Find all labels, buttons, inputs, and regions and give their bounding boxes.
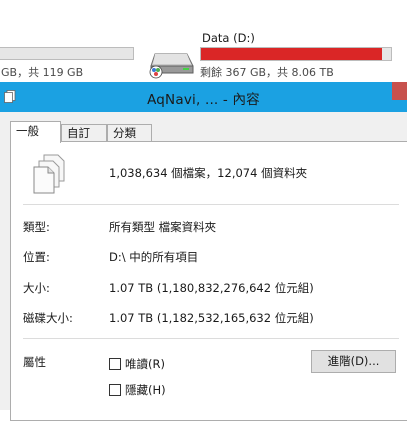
hard-drive-icon[interactable]	[147, 46, 195, 80]
size-on-disk-label: 磁碟大小:	[23, 311, 73, 325]
type-value: 所有類型 檔案資料夾	[109, 220, 217, 234]
attributes-label: 屬性	[23, 355, 46, 369]
general-tab-panel: 1,038,634 個檔案，12,074 個資料夾 類型: 所有類型 檔案資料夾…	[10, 141, 407, 421]
size-on-disk-value: 1.07 TB (1,182,532,165,632 位元組)	[109, 311, 314, 325]
multiple-files-icon	[33, 154, 65, 194]
location-value: D:\ 中的所有項目	[109, 250, 199, 264]
file-folder-count: 1,038,634 個檔案，12,074 個資料夾	[109, 166, 308, 180]
hidden-label[interactable]: 隱藏(H)	[125, 382, 166, 398]
type-label: 類型:	[23, 220, 50, 234]
drive-info-left: GB，共 119 GB	[1, 66, 84, 79]
drive-info: 剩餘 367 GB，共 8.06 TB	[200, 66, 334, 79]
separator	[23, 204, 399, 205]
readonly-label[interactable]: 唯讀(R)	[125, 356, 165, 372]
readonly-checkbox[interactable]: 唯讀(R)	[109, 356, 165, 372]
location-label: 位置:	[23, 250, 50, 264]
separator	[23, 338, 399, 339]
hidden-checkbox[interactable]: 隱藏(H)	[109, 382, 166, 398]
advanced-button[interactable]: 進階(D)...	[311, 350, 396, 373]
tab-category[interactable]: 分類	[107, 124, 152, 142]
explorer-background: GB，共 119 GB Data (D:) 剩餘 367 GB，共 8.06 T…	[0, 0, 407, 82]
drive-usage-fill	[201, 48, 383, 60]
checkbox-box[interactable]	[109, 384, 121, 396]
drive-name[interactable]: Data (D:)	[202, 31, 255, 45]
drive-usage-bar-left	[0, 47, 134, 60]
dialog-title: AqNavi, ... - 內容	[147, 92, 260, 108]
drive-usage-bar	[200, 47, 392, 61]
size-value: 1.07 TB (1,180,832,276,642 位元組)	[109, 281, 314, 295]
checkbox-box[interactable]	[109, 358, 121, 370]
properties-dialog: 一般 自訂 分類 1,038,634 個檔案，12,074 個資料夾 類型: 所…	[0, 112, 407, 421]
tab-custom[interactable]: 自訂	[61, 124, 107, 142]
dialog-titlebar[interactable]: AqNavi, ... - 內容	[0, 82, 407, 112]
size-label: 大小:	[23, 281, 50, 295]
close-button[interactable]	[392, 82, 407, 100]
tab-general[interactable]: 一般	[10, 121, 61, 143]
